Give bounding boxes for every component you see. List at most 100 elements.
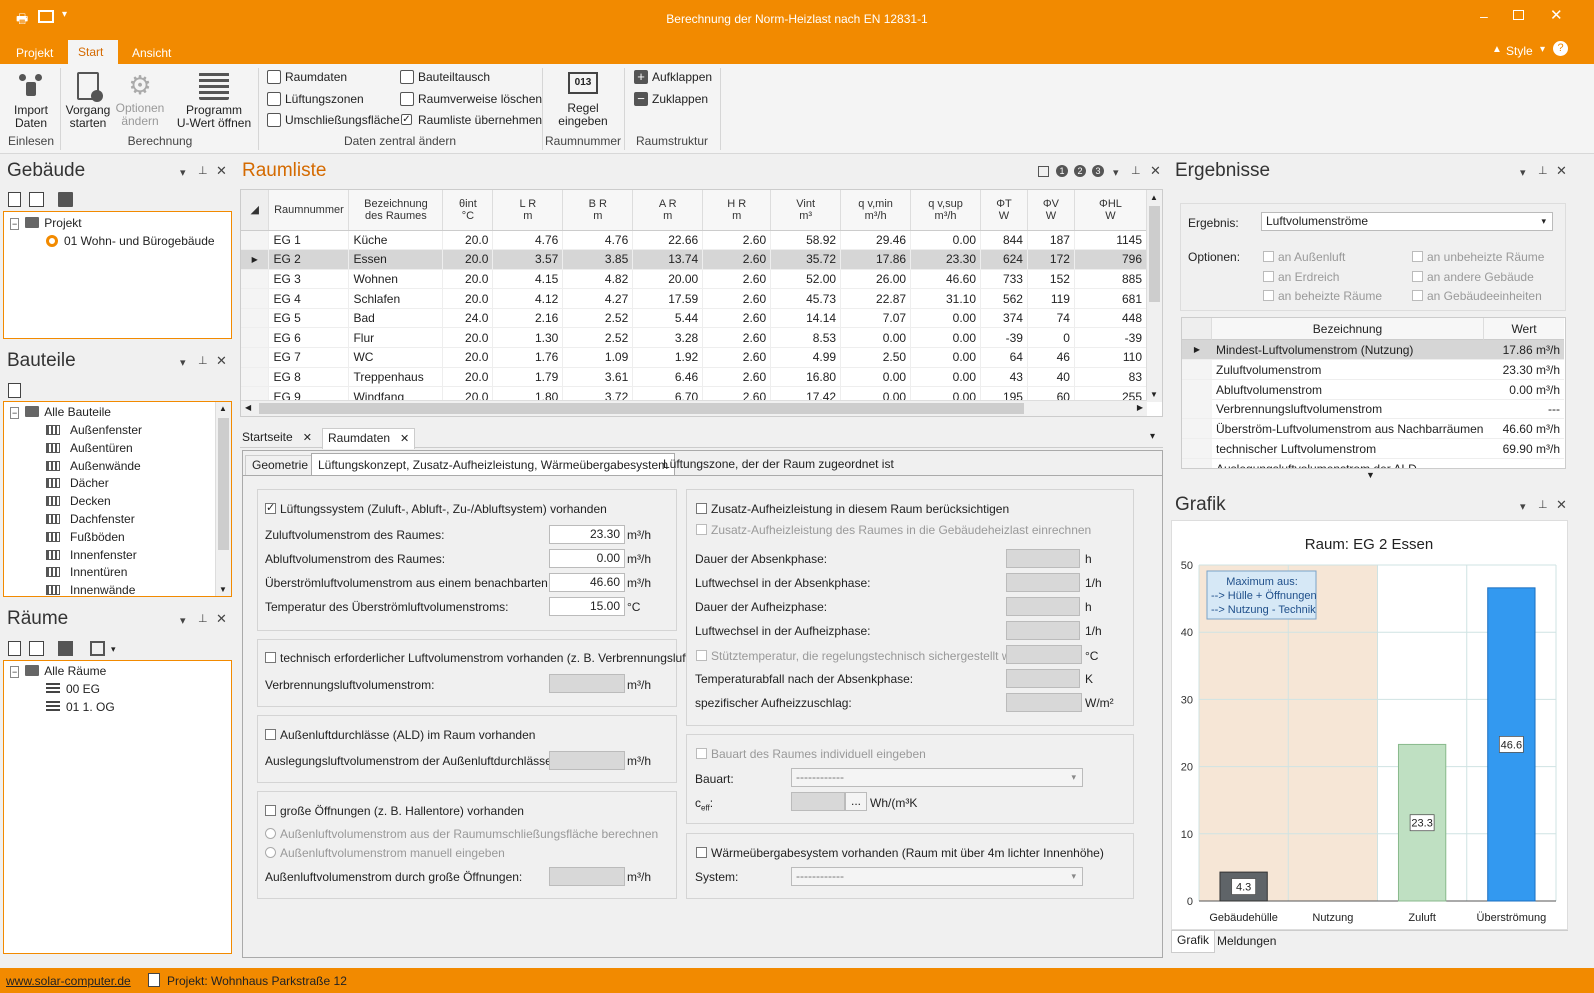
- table-cell[interactable]: 64: [980, 347, 1028, 368]
- tab-startseite[interactable]: Startseite ✕: [242, 430, 312, 444]
- close-icon[interactable]: ✕: [216, 163, 227, 179]
- table-cell[interactable]: 2.16: [492, 308, 564, 329]
- table-cell[interactable]: Bad: [348, 308, 444, 329]
- table-row[interactable]: ▶ EG 2 Essen 20.0 3.57 3.85 13.74 2.60 35.72 17.8…: [241, 249, 1148, 270]
- collapse-icon[interactable]: ▲: [1492, 44, 1502, 55]
- table-cell[interactable]: 5.44: [632, 308, 704, 329]
- dropdown-icon[interactable]: ▾: [111, 644, 116, 655]
- col-wert[interactable]: Wert: [1484, 318, 1564, 340]
- zuklappen-button[interactable]: − Zuklappen: [632, 90, 708, 108]
- tab-meldungen[interactable]: Meldungen: [1217, 934, 1276, 948]
- expand-icon[interactable]: ▼: [1366, 470, 1375, 480]
- tree-node-bauteil[interactable]: Innentüren: [46, 563, 127, 581]
- table-cell[interactable]: 3.85: [562, 249, 634, 270]
- table-cell[interactable]: 2.60: [702, 367, 772, 388]
- table-cell[interactable]: 0.00: [910, 327, 982, 349]
- bauteiltausch-button[interactable]: Bauteiltausch: [398, 68, 490, 86]
- new-icon[interactable]: [8, 641, 21, 656]
- list-item[interactable]: Auslegungsluftvolumenstrom der ALD ---: [1182, 458, 1564, 468]
- table-cell[interactable]: 20.0: [442, 288, 494, 309]
- table-cell[interactable]: Küche: [348, 230, 444, 251]
- table-cell[interactable]: 4.82: [562, 269, 634, 290]
- table-cell[interactable]: 2.60: [702, 249, 772, 270]
- table-cell[interactable]: 2.60: [702, 288, 772, 309]
- table-cell[interactable]: 6.46: [632, 367, 704, 388]
- table-cell[interactable]: WC: [348, 347, 444, 368]
- tree-node-projekt[interactable]: − Projekt: [10, 214, 82, 232]
- view-3-icon[interactable]: 3: [1092, 165, 1104, 177]
- table-cell[interactable]: 0.00: [910, 347, 982, 368]
- close-icon[interactable]: ✕: [216, 611, 227, 627]
- table-cell[interactable]: 119: [1027, 288, 1075, 309]
- radio-manuell[interactable]: Außenluftvolumenstrom manuell eingeben: [265, 846, 505, 860]
- vertical-scrollbar[interactable]: ▲ ▼: [1146, 190, 1162, 402]
- row-selector[interactable]: [241, 367, 270, 388]
- table-cell[interactable]: 20.0: [442, 230, 494, 251]
- table-row[interactable]: EG 8 Treppenhaus 20.0 1.79 3.61 6.46 2.60 16.80…: [241, 367, 1148, 388]
- table-cell[interactable]: 2.60: [702, 269, 772, 290]
- raumdaten-button[interactable]: Raumdaten: [265, 68, 347, 86]
- tree-node-bauteil[interactable]: Dächer: [46, 474, 109, 492]
- table-cell[interactable]: 2.60: [702, 230, 772, 251]
- delete-icon[interactable]: [58, 192, 73, 207]
- column-header[interactable]: ΦHL W: [1074, 190, 1148, 231]
- tabs-dropdown-icon[interactable]: ▾: [1150, 431, 1155, 442]
- tree-node-gebaeude[interactable]: 01 Wohn- und Bürogebäude: [46, 232, 215, 250]
- vorgang-starten-button[interactable]: Vorgang starten: [64, 72, 112, 130]
- lueftungszonen-button[interactable]: Lüftungszonen: [265, 90, 364, 108]
- table-cell[interactable]: 20.0: [442, 327, 494, 349]
- tree-node-bauteil[interactable]: Außenwände: [46, 457, 141, 475]
- pin-icon[interactable]: ⊥: [198, 612, 208, 625]
- tree-node-bauteil[interactable]: Fußböden: [46, 528, 125, 546]
- close-icon[interactable]: ✕: [216, 353, 227, 369]
- tree-node-bauteil[interactable]: Innenfenster: [46, 546, 137, 564]
- row-selector[interactable]: [241, 269, 270, 290]
- style-dropdown-icon[interactable]: ▾: [1540, 44, 1545, 55]
- table-row[interactable]: EG 4 Schlafen 20.0 4.12 4.27 17.59 2.60 45.73 22…: [241, 288, 1148, 309]
- tab-ansicht[interactable]: Ansicht: [122, 43, 181, 64]
- table-cell[interactable]: 448: [1074, 308, 1148, 329]
- option-checkbox[interactable]: an Außenluft: [1263, 250, 1345, 264]
- copy-icon[interactable]: [29, 192, 44, 207]
- option-checkbox[interactable]: an Erdreich: [1263, 270, 1339, 284]
- subtab-lueftungskonzept[interactable]: Lüftungskonzept, Zusatz-Aufheizleistung,…: [311, 453, 676, 476]
- table-cell[interactable]: Treppenhaus: [348, 367, 444, 388]
- table-cell[interactable]: EG 7: [268, 347, 350, 368]
- table-cell[interactable]: 46: [1027, 347, 1075, 368]
- table-cell[interactable]: 187: [1027, 230, 1075, 251]
- raumliste-uebernehmen-checkbox[interactable]: ✓ Raumliste übernehmen: [398, 111, 542, 129]
- column-header[interactable]: θint °C: [442, 190, 494, 231]
- close-icon[interactable]: ✕: [1556, 163, 1567, 179]
- ceff-button[interactable]: ...: [845, 792, 867, 811]
- table-cell[interactable]: 17.59: [632, 288, 704, 309]
- table-cell[interactable]: 2.60: [702, 308, 772, 329]
- table-cell[interactable]: 20.00: [632, 269, 704, 290]
- table-cell[interactable]: 22.87: [840, 288, 912, 309]
- table-cell[interactable]: 20.0: [442, 347, 494, 368]
- system-select[interactable]: ------------ ▾: [791, 867, 1083, 886]
- tree-node-alle-raeume[interactable]: − Alle Räume: [10, 662, 106, 680]
- table-cell[interactable]: 1.79: [492, 367, 564, 388]
- close-icon[interactable]: ✕: [1550, 6, 1563, 24]
- table-cell[interactable]: -39: [980, 327, 1028, 349]
- table-cell[interactable]: EG 4: [268, 288, 350, 309]
- waermeuebergabe-checkbox[interactable]: Wärmeübergabesystem vorhanden (Raum mit …: [696, 846, 1104, 860]
- column-header[interactable]: L Rm: [492, 190, 564, 231]
- layout-icon[interactable]: [1038, 166, 1049, 177]
- table-cell[interactable]: 20.0: [442, 269, 494, 290]
- table-cell[interactable]: Schlafen: [348, 288, 444, 309]
- ergebnis-select[interactable]: Luftvolumenströme ▾: [1261, 212, 1553, 231]
- regel-eingeben-button[interactable]: 013 Regel eingeben: [552, 72, 614, 128]
- delete-icon[interactable]: [58, 641, 73, 656]
- view-1-icon[interactable]: 1: [1056, 165, 1068, 177]
- zusatz-checkbox[interactable]: Zusatz-Aufheizleistung in diesem Raum be…: [696, 502, 1009, 516]
- table-cell[interactable]: 624: [980, 249, 1028, 270]
- zusatz-einrechnen-checkbox[interactable]: Zusatz-Aufheizleistung des Raumes in die…: [696, 523, 1091, 537]
- list-item[interactable]: Überström-Luftvolumenstrom aus Nachbarrä…: [1182, 419, 1564, 440]
- table-cell[interactable]: 14.14: [770, 308, 842, 329]
- table-cell[interactable]: 16.80: [770, 367, 842, 388]
- table-cell[interactable]: 46.60: [910, 269, 982, 290]
- minimize-icon[interactable]: –: [1480, 8, 1488, 24]
- tree-node-bauteil[interactable]: Außenfenster: [46, 421, 142, 439]
- table-cell[interactable]: 374: [980, 308, 1028, 329]
